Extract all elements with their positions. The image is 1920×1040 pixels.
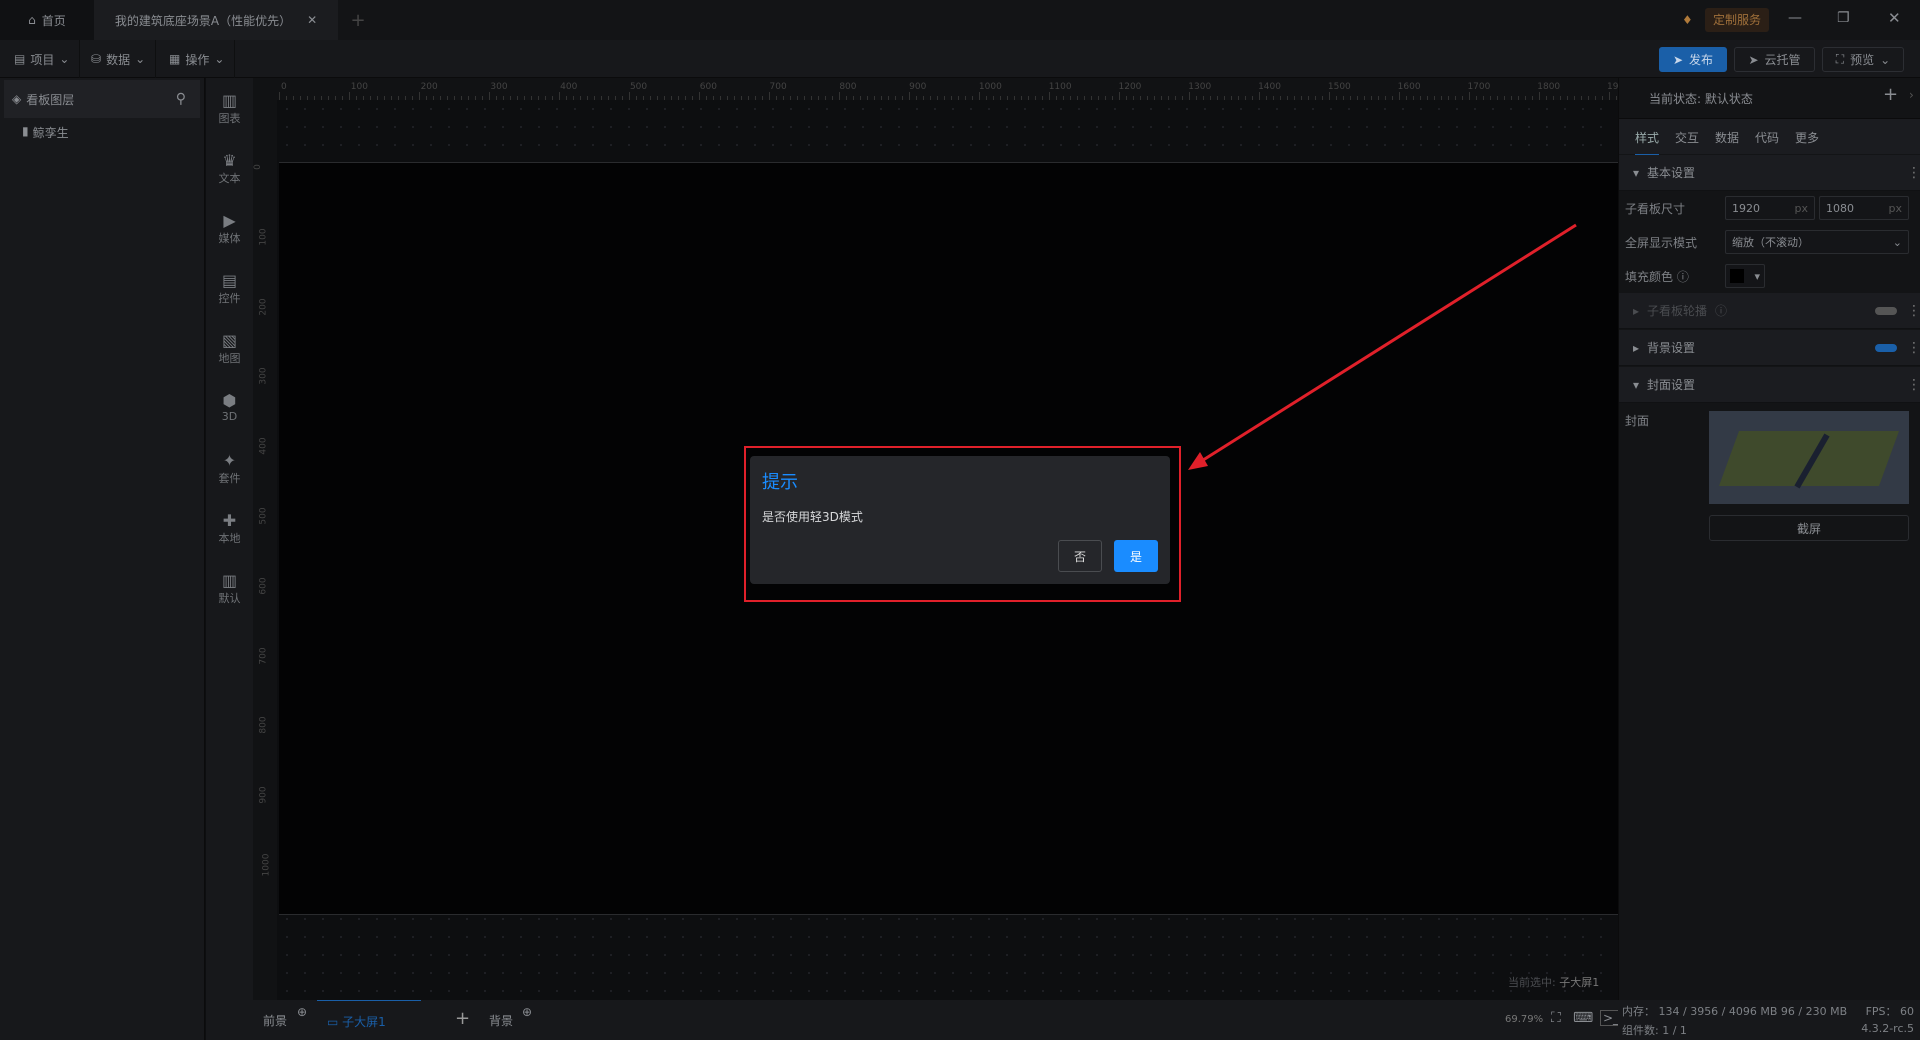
- tab-3[interactable]: 代码: [1755, 129, 1779, 146]
- fill-color-picker[interactable]: ▾: [1725, 264, 1765, 288]
- zoom-level: 69.79%: [1505, 1014, 1544, 1025]
- add-state-icon[interactable]: +: [1883, 84, 1898, 105]
- section-title: 封面设置: [1647, 378, 1696, 392]
- unit: px: [1888, 201, 1903, 215]
- add-background-icon[interactable]: ⊕: [522, 1005, 532, 1019]
- tab-foreground[interactable]: 前景: [263, 1012, 287, 1029]
- tab-4[interactable]: 更多: [1795, 129, 1819, 146]
- tab-1[interactable]: 交互: [1675, 129, 1699, 146]
- more-icon[interactable]: ⋮: [1907, 166, 1920, 180]
- chevron-right-icon[interactable]: ›: [1909, 88, 1914, 102]
- section-title: 基本设置: [1647, 166, 1696, 180]
- keyboard-icon[interactable]: ⌨: [1573, 1010, 1593, 1026]
- state-value[interactable]: 默认状态: [1705, 92, 1753, 106]
- tab-label: 前景: [263, 1014, 288, 1028]
- tab-label: 子大屏1: [342, 1015, 386, 1029]
- version: 4.3.2-rc.5: [1861, 1022, 1914, 1035]
- caret-right-icon: ▸: [1633, 303, 1640, 318]
- unit: px: [1794, 201, 1809, 215]
- height-value: 1080: [1826, 201, 1854, 215]
- height-input[interactable]: 1080 px: [1819, 196, 1909, 220]
- section-carousel[interactable]: ▸ 子看板轮播 ⓘ ⋮: [1619, 293, 1920, 329]
- properties-panel: 当前状态: 默认状态 + › 样式 交互 数据 代码 更多 ▾ 基本设置 ⋮ 子看板尺寸 1…: [1618, 78, 1920, 1000]
- tab-2[interactable]: 数据: [1715, 129, 1739, 146]
- fullscreen-label: 全屏显示模式: [1625, 236, 1698, 250]
- component-count: 组件数: 1 / 1: [1622, 1024, 1687, 1037]
- add-foreground-icon[interactable]: ⊕: [297, 1005, 307, 1019]
- more-icon[interactable]: ⋮: [1907, 304, 1920, 318]
- dialog-message: 是否使用轻3D模式: [762, 510, 863, 524]
- tab-label: 背景: [489, 1014, 514, 1028]
- fill-label-text: 填充颜色: [1625, 270, 1674, 284]
- fill-label: 填充颜色 ⓘ: [1625, 268, 1689, 285]
- section-basic[interactable]: ▾ 基本设置 ⋮: [1619, 155, 1920, 191]
- caret-right-icon: ▸: [1633, 340, 1640, 355]
- screenshot-button[interactable]: 截屏: [1709, 515, 1909, 541]
- color-swatch: [1730, 269, 1744, 283]
- width-value: 1920: [1732, 201, 1760, 215]
- fullscreen-select[interactable]: 缩放（不滚动） ⌄: [1725, 230, 1909, 254]
- yes-button[interactable]: 是: [1114, 540, 1158, 572]
- dialog-title: 提示: [762, 472, 798, 493]
- width-input[interactable]: 1920 px: [1725, 196, 1815, 220]
- state-label: 当前状态:: [1649, 92, 1702, 106]
- chevron-down-icon: ⌄: [1892, 235, 1902, 249]
- status-bar: 内存： 134 / 3956 / 4096 MB 96 / 230 MB FPS…: [1618, 1000, 1920, 1040]
- section-title: 背景设置: [1647, 341, 1696, 355]
- more-icon[interactable]: ⋮: [1907, 378, 1920, 392]
- background-toggle[interactable]: [1875, 344, 1897, 352]
- section-cover[interactable]: ▾ 封面设置 ⋮: [1619, 367, 1920, 403]
- section-background[interactable]: ▸ 背景设置 ⋮: [1619, 330, 1920, 366]
- caret-down-icon: ▾: [1754, 269, 1760, 283]
- fps: FPS： 60: [1865, 1005, 1914, 1018]
- fit-screen-icon[interactable]: ⛶: [1551, 1010, 1561, 1026]
- confirm-dialog: 提示 是否使用轻3D模式 否 是: [750, 456, 1170, 584]
- tab-0[interactable]: 样式: [1635, 129, 1660, 156]
- size-label: 子看板尺寸: [1625, 202, 1686, 216]
- tab-background[interactable]: 背景: [489, 1012, 513, 1029]
- help-icon: ⓘ: [1715, 304, 1728, 318]
- tab-screen[interactable]: ▭ 子大屏1: [317, 1000, 421, 1040]
- fullscreen-value: 缩放（不滚动）: [1732, 236, 1809, 249]
- section-title: 子看板轮播: [1647, 304, 1708, 318]
- screen-tabs-bar: 前景 ⊕ ▭ 子大屏1 + 背景 ⊕ 69.79% ⛶ ⌨ >_: [253, 1000, 1623, 1040]
- memory-usage: 内存： 134 / 3956 / 4096 MB 96 / 230 MB: [1622, 1005, 1848, 1018]
- help-icon[interactable]: ⓘ: [1677, 270, 1689, 284]
- more-icon[interactable]: ⋮: [1907, 341, 1920, 355]
- carousel-toggle[interactable]: [1875, 307, 1897, 315]
- property-tabs: 样式 交互 数据 代码 更多: [1619, 118, 1920, 156]
- caret-down-icon: ▾: [1633, 377, 1640, 392]
- no-button[interactable]: 否: [1058, 540, 1102, 572]
- screen-icon: ▭: [327, 1015, 339, 1029]
- add-screen-button[interactable]: +: [455, 1008, 470, 1029]
- caret-down-icon: ▾: [1633, 165, 1640, 180]
- cover-image: [1709, 411, 1909, 504]
- cover-label: 封面: [1625, 414, 1650, 428]
